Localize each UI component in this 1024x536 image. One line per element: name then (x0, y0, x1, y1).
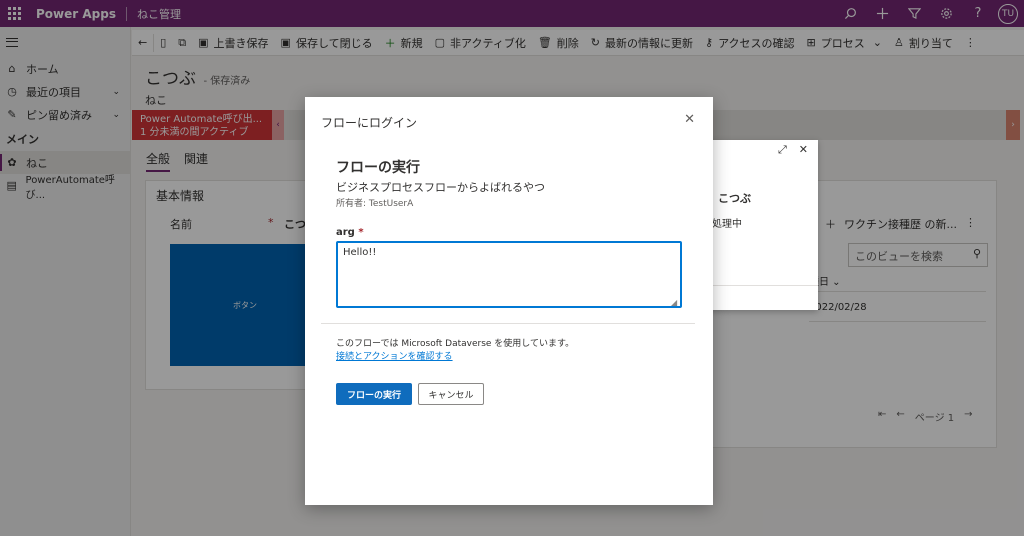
dialog-divider (321, 323, 695, 324)
flow-owner: 所有者: TestUserA (336, 199, 414, 209)
flyout-record-name: こつぶ (718, 192, 751, 205)
expand-icon[interactable]: ⤢ (778, 143, 787, 157)
arg-input[interactable]: Hello!! (336, 241, 682, 308)
flow-subtitle: ビジネスプロセスフローからよばれるやつ (336, 181, 545, 194)
cancel-button[interactable]: キャンセル (418, 383, 484, 405)
close-icon[interactable]: ✕ (684, 112, 695, 127)
arg-label: arg * (336, 227, 364, 238)
close-icon[interactable]: ✕ (799, 143, 808, 157)
required-marker: * (358, 227, 364, 238)
resize-grip-icon[interactable]: ◢ (671, 298, 677, 307)
run-flow-button[interactable]: フローの実行 (336, 383, 412, 405)
dataverse-note: このフローでは Microsoft Dataverse を使用しています。 (336, 339, 575, 349)
flow-title: フローの実行 (336, 160, 420, 176)
flyout-actions: ⤢ ✕ (778, 143, 808, 157)
arg-label-text: arg (336, 227, 355, 238)
flow-login-dialog: フローにログイン ✕ フローの実行 ビジネスプロセスフローからよばれるやつ 所有… (305, 97, 713, 505)
review-connections-link[interactable]: 接続とアクションを確認する (336, 349, 453, 362)
flyout-status: 処理中 (712, 219, 742, 230)
dialog-header: フローにログイン (321, 116, 418, 130)
